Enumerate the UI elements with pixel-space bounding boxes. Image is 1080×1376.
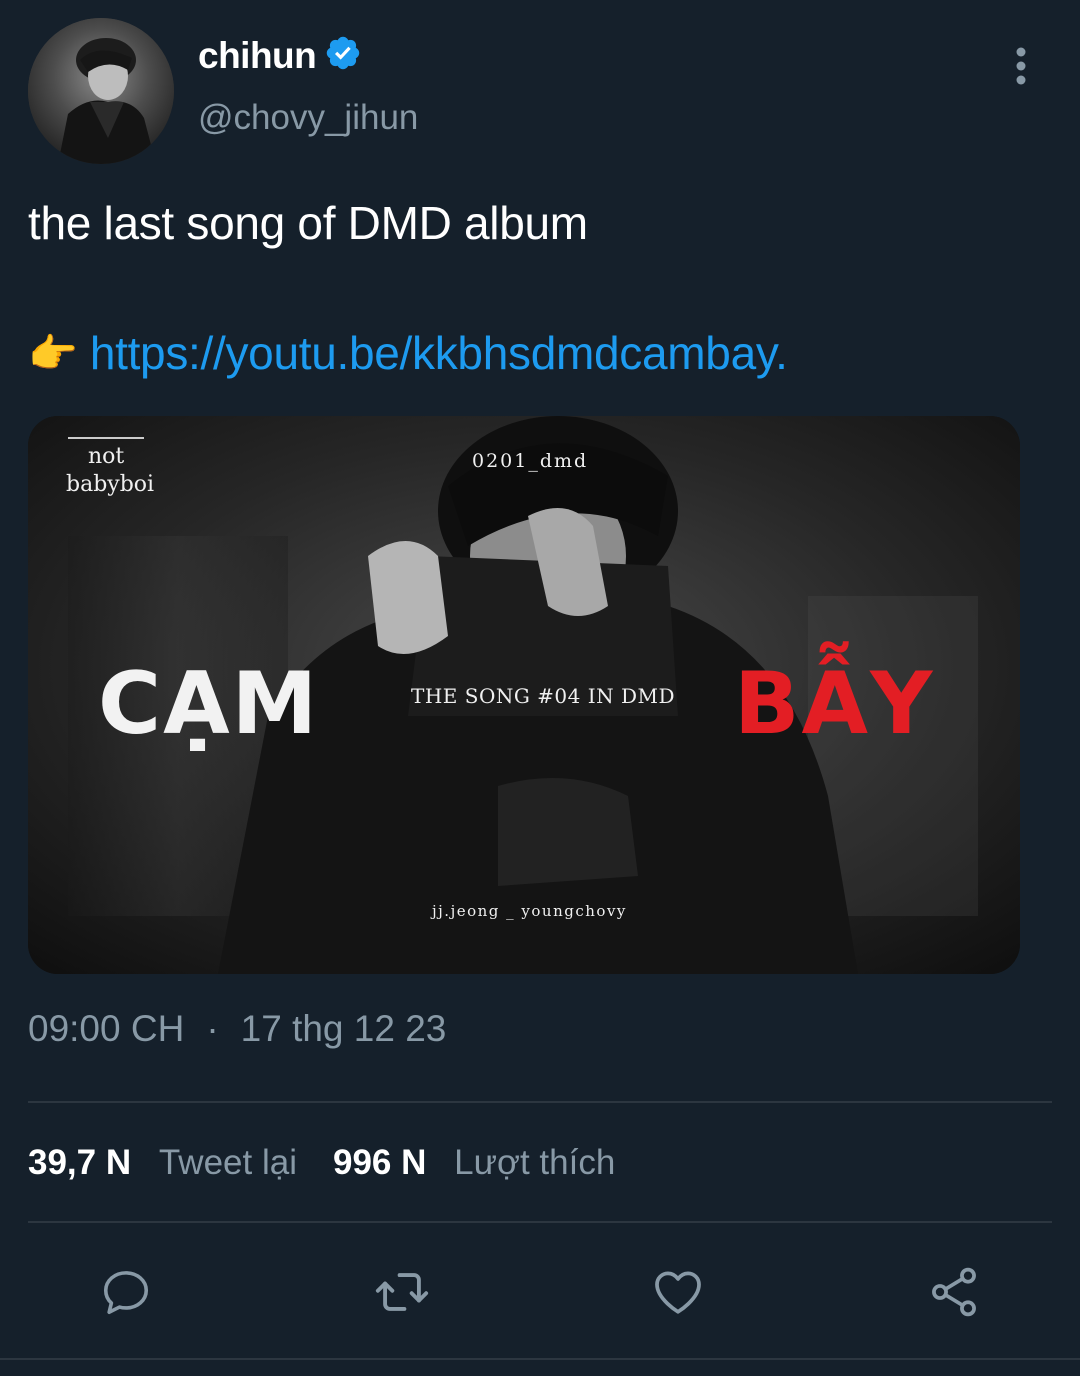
- divider-bottom: [28, 1221, 1052, 1223]
- display-name[interactable]: chihun: [198, 35, 317, 77]
- more-options-icon[interactable]: [1000, 40, 1042, 92]
- share-icon[interactable]: [924, 1262, 984, 1322]
- tweet-media-image[interactable]: not babyboi 0201_dmd CẠM THE SONG #04 IN…: [28, 416, 1020, 974]
- media-credit: jj.jeong _ youngchovy: [432, 902, 627, 920]
- like-icon[interactable]: [648, 1262, 708, 1322]
- pointing-hand-icon: 👉: [28, 331, 78, 376]
- tweet-stats: 39,7 N Tweet lại 996 N Lượt thích: [28, 1143, 615, 1183]
- author-name-row[interactable]: chihun: [198, 34, 362, 77]
- retweets-stat[interactable]: 39,7 N Tweet lại: [28, 1143, 297, 1183]
- link-row: 👉 https://youtu.be/kkbhsdmdcambay.: [28, 326, 788, 380]
- divider-top: [28, 1101, 1052, 1103]
- retweets-label: Tweet lại: [158, 1143, 297, 1182]
- tweet-date: 17 thg 12 23: [240, 1008, 447, 1049]
- divider-footer: [0, 1358, 1080, 1360]
- media-code: 0201_dmd: [472, 450, 589, 472]
- media-corner-top: not: [88, 444, 125, 469]
- reply-icon[interactable]: [96, 1262, 156, 1322]
- tweet-text: the last song of DMD album: [28, 197, 588, 249]
- avatar-photo: [28, 18, 174, 164]
- likes-count: 996 N: [332, 1143, 427, 1182]
- verified-badge-icon: [324, 34, 362, 77]
- timestamp-row: 09:00 CH · 17 thg 12 23: [28, 1008, 446, 1050]
- likes-stat[interactable]: 996 N Lượt thích: [333, 1143, 615, 1183]
- avatar[interactable]: [28, 18, 174, 164]
- tweet-link[interactable]: https://youtu.be/kkbhsdmdcambay.: [90, 326, 788, 380]
- media-subtitle: THE SONG #04 IN DMD: [411, 684, 676, 708]
- timestamp-separator: ·: [206, 1008, 219, 1049]
- tweet-time: 09:00 CH: [28, 1008, 185, 1049]
- retweet-icon[interactable]: [372, 1262, 432, 1322]
- media-corner-bottom: babyboi: [66, 472, 155, 497]
- author-handle[interactable]: @chovy_jihun: [198, 98, 418, 138]
- media-word-left: CẠM: [98, 654, 320, 754]
- media-word-right: BẪY: [734, 654, 935, 754]
- likes-label: Lượt thích: [454, 1143, 616, 1182]
- retweets-count: 39,7 N: [28, 1143, 132, 1182]
